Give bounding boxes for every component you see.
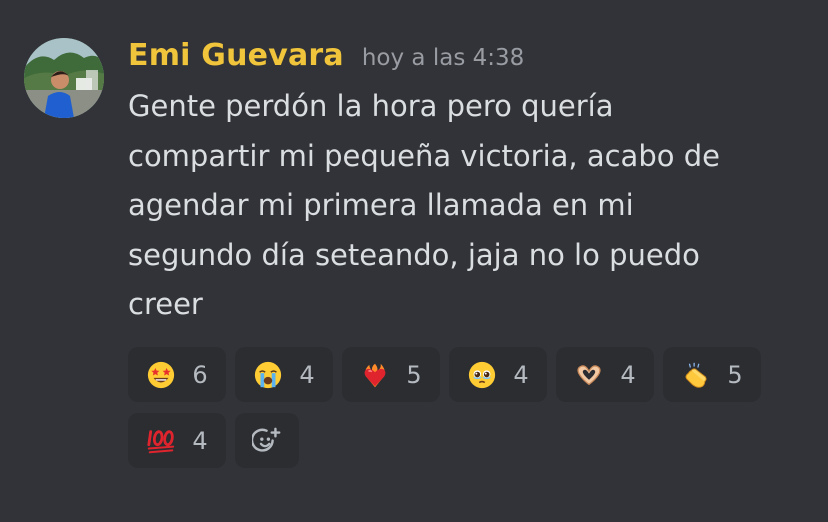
avatar[interactable] <box>24 38 104 118</box>
clapping-hands-icon <box>685 362 707 388</box>
reaction-count: 4 <box>620 360 636 389</box>
add-reaction-icon <box>252 427 281 452</box>
reaction-heart-hands[interactable]: 4 <box>556 347 654 402</box>
heart-on-fire-icon <box>364 363 386 387</box>
face-holding-back-tears-icon <box>469 361 496 388</box>
reaction-star-struck[interactable]: 6 <box>128 347 226 402</box>
add-reaction-button[interactable] <box>235 413 299 468</box>
reactions-bar: 6 4 5 4 4 5 4 <box>128 347 778 468</box>
heart-hands-icon <box>577 364 601 385</box>
avatar-image <box>24 38 104 118</box>
reaction-clapping-hands[interactable]: 5 <box>663 347 761 402</box>
reaction-loudly-crying[interactable]: 4 <box>235 347 333 402</box>
reaction-hundred-points[interactable]: 4 <box>128 413 226 468</box>
reaction-count: 4 <box>192 426 208 455</box>
reaction-holding-back-tears[interactable]: 4 <box>449 347 547 402</box>
message-timestamp: hoy a las 4:38 <box>361 45 525 71</box>
reaction-count: 5 <box>727 360 743 389</box>
author-name[interactable]: Emi Guevara <box>128 38 344 73</box>
message-text: Gente perdón la hora pero quería compart… <box>128 89 720 321</box>
reaction-heart-on-fire[interactable]: 5 <box>342 347 440 402</box>
star-struck-icon <box>148 361 175 388</box>
loudly-crying-face-icon <box>255 361 282 388</box>
reaction-count: 5 <box>406 360 422 389</box>
reaction-count: 4 <box>299 360 315 389</box>
hundred-points-icon <box>147 429 175 453</box>
message-header: Emi Guevara hoy a las 4:38 <box>128 38 524 78</box>
reaction-count: 6 <box>192 360 208 389</box>
chat-message: Emi Guevara hoy a las 4:38 Gente perdón … <box>0 0 828 522</box>
reaction-count: 4 <box>513 360 529 389</box>
